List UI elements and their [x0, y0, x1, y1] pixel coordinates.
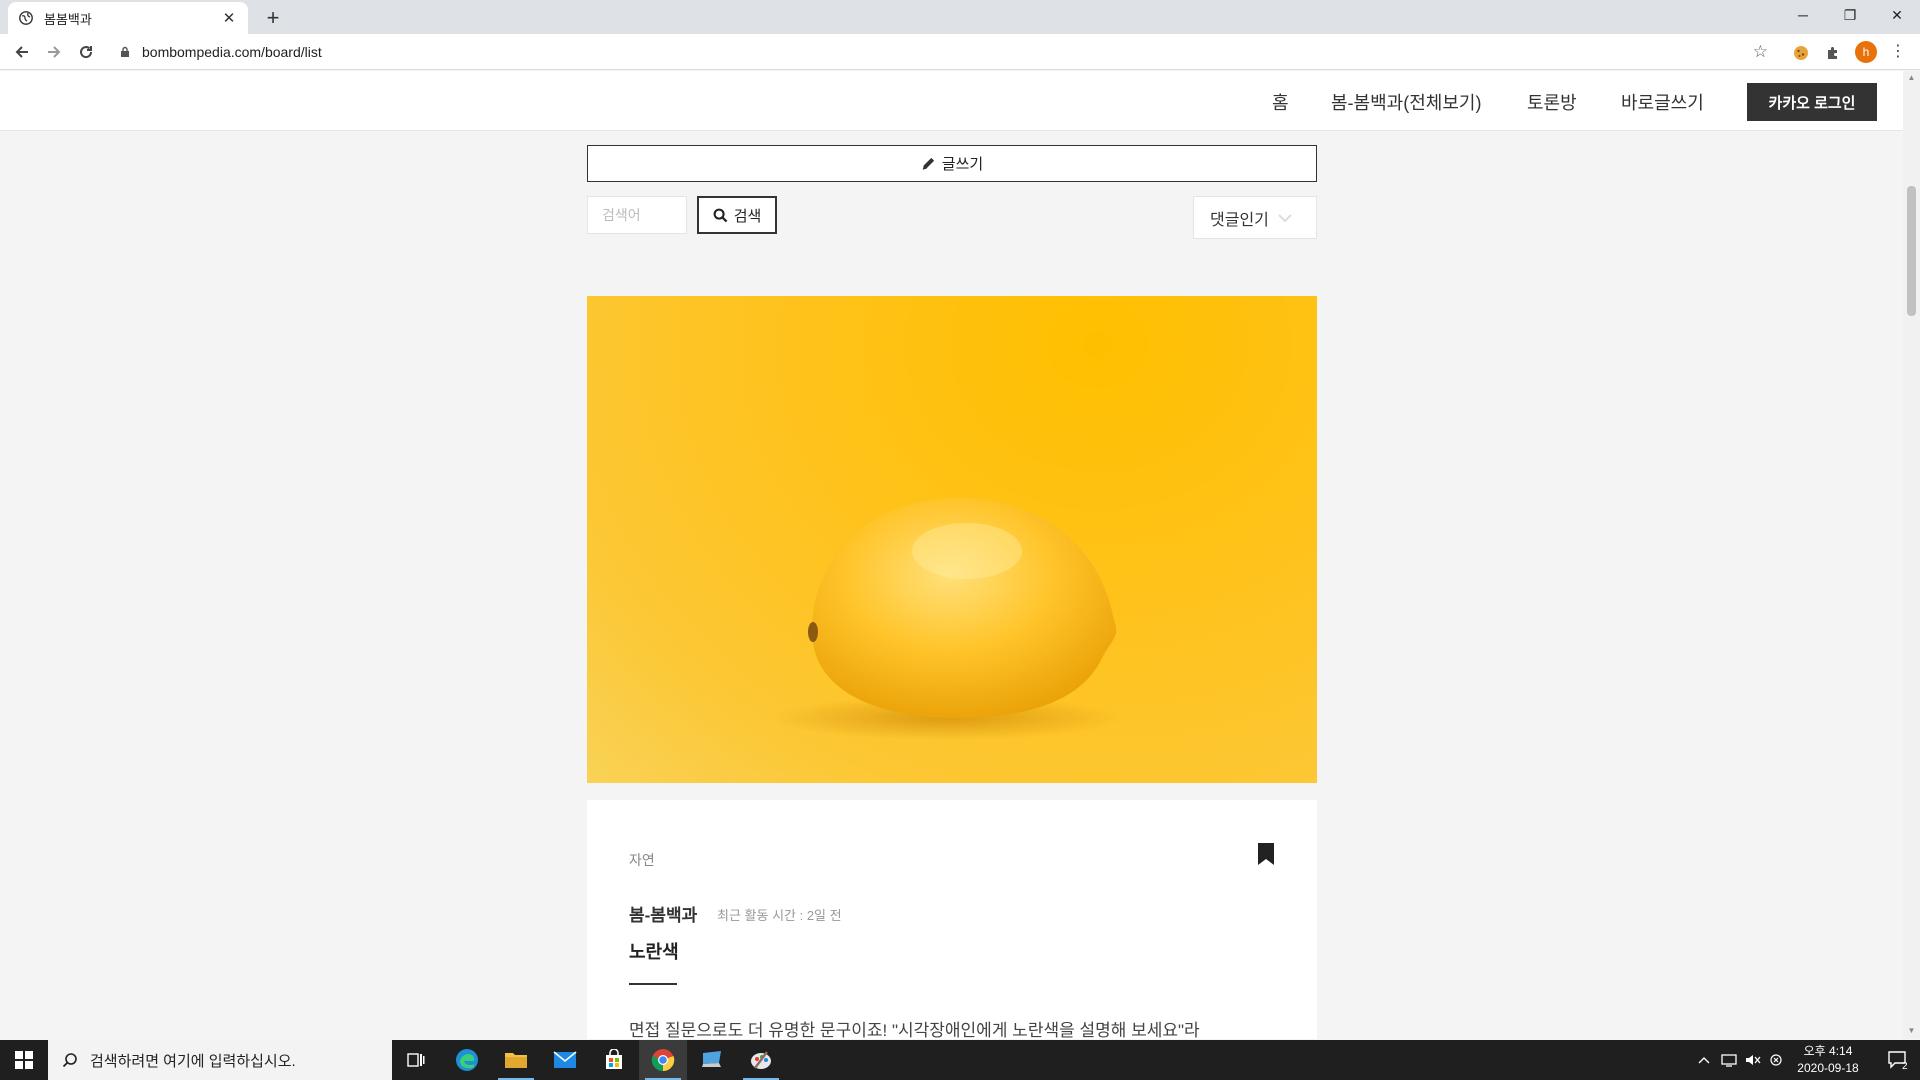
url-text: bombompedia.com/board/list [142, 44, 322, 60]
start-button[interactable] [0, 1040, 48, 1080]
post-card[interactable]: 자연 봄-봄백과 최근 활동 시간 : 2일 전 노란색 면접 질문으로도 더 … [587, 800, 1317, 1039]
notification-count-badge: 2 [1902, 1061, 1908, 1072]
sort-dropdown[interactable]: 댓글인기 [1193, 196, 1317, 239]
post-activity-time: 최근 활동 시간 : 2일 전 [717, 908, 842, 923]
scroll-down-arrow-icon[interactable]: ▼ [1903, 1026, 1920, 1035]
page-scrollbar[interactable]: ▲ ▼ [1903, 71, 1920, 1039]
extensions-puzzle-icon[interactable] [1822, 42, 1844, 64]
window-close-button[interactable]: ✕ [1874, 0, 1920, 30]
write-post-label: 글쓰기 [941, 156, 984, 173]
address-bar[interactable]: bombompedia.com/board/list ☆ [110, 38, 1780, 66]
task-view-icon[interactable] [392, 1040, 440, 1080]
status-x-icon[interactable] [1766, 1040, 1786, 1080]
tray-overflow-chevron-icon[interactable] [1694, 1040, 1714, 1080]
search-input[interactable] [587, 196, 687, 234]
page-viewport: 홈 봄-봄백과(전체보기) 토론방 바로글쓰기 카카오 로그인 글쓰기 검색 댓… [0, 71, 1903, 1039]
lock-icon [120, 46, 132, 58]
clock-time: 오후 4:14 [1803, 1044, 1853, 1058]
pencil-icon [922, 157, 934, 170]
edge-browser-icon[interactable] [443, 1040, 491, 1080]
tab-close-icon[interactable]: ✕ [220, 9, 238, 27]
forward-button[interactable] [40, 38, 68, 66]
post-thumbnail-lemon-image[interactable] [587, 296, 1317, 783]
search-button[interactable]: 검색 [697, 196, 777, 234]
cookie-extension-icon[interactable] [1790, 42, 1812, 64]
file-explorer-icon[interactable] [492, 1040, 540, 1080]
taskbar-clock[interactable]: 오후 4:14 2020-09-18 [1788, 1043, 1868, 1077]
store-app-icon[interactable] [590, 1040, 638, 1080]
sort-selected-value: 댓글인기 [1210, 211, 1269, 229]
post-category: 자연 [629, 852, 655, 868]
reload-icon [80, 46, 93, 59]
search-icon [62, 1053, 77, 1068]
back-button[interactable] [8, 38, 36, 66]
clock-date: 2020-09-18 [1797, 1061, 1859, 1075]
browser-menu-icon[interactable]: ⋮ [1888, 41, 1908, 63]
nav-link-quick-write[interactable]: 바로글쓰기 [1621, 89, 1704, 115]
globe-icon [18, 10, 34, 26]
remote-desktop-icon[interactable] [688, 1040, 736, 1080]
new-tab-button[interactable]: + [260, 5, 286, 31]
post-author[interactable]: 봄-봄백과 [629, 901, 697, 926]
back-arrow-icon [15, 46, 28, 58]
forward-arrow-icon [48, 46, 61, 58]
nav-link-home[interactable]: 홈 [1272, 89, 1289, 115]
bookmark-icon[interactable] [1257, 843, 1275, 865]
mail-app-icon[interactable] [541, 1040, 589, 1080]
nav-link-all-entries[interactable]: 봄-봄백과(전체보기) [1331, 89, 1481, 115]
title-divider [629, 983, 677, 985]
network-icon[interactable] [1718, 1040, 1740, 1080]
write-post-button[interactable]: 글쓰기 [587, 145, 1317, 182]
minimize-button[interactable]: ─ [1780, 0, 1826, 30]
search-button-label: 검색 [733, 207, 762, 225]
chevron-down-icon [1278, 213, 1292, 222]
kakao-login-button[interactable]: 카카오 로그인 [1747, 83, 1877, 121]
browser-toolbar: bombompedia.com/board/list ☆ [0, 34, 1920, 70]
profile-avatar[interactable]: h [1855, 41, 1877, 63]
taskbar-search-box[interactable]: 검색하려면 여기에 입력하십시오. [48, 1040, 392, 1080]
taskbar-search-placeholder: 검색하려면 여기에 입력하십시오. [90, 1052, 296, 1070]
notification-center-icon[interactable]: 2 [1876, 1040, 1920, 1080]
paint-app-icon[interactable] [737, 1040, 785, 1080]
windows-logo-icon [15, 1051, 33, 1069]
restore-button[interactable]: ❐ [1827, 0, 1873, 30]
reload-button[interactable] [72, 38, 100, 66]
browser-tab-strip: 봄봄백과 ✕ + ─ ❐ ✕ [0, 0, 1920, 34]
lemon-illustration [772, 497, 1122, 740]
chrome-app-icon[interactable] [639, 1040, 687, 1080]
browser-tab[interactable]: 봄봄백과 ✕ [8, 2, 248, 34]
volume-muted-icon[interactable] [1742, 1040, 1764, 1080]
nav-link-discussion[interactable]: 토론방 [1527, 89, 1577, 115]
post-excerpt: 면접 질문으로도 더 유명한 문구이죠! "시각장애인에게 노란색을 설명해 보… [629, 1021, 1200, 1039]
scroll-up-arrow-icon[interactable]: ▲ [1903, 73, 1920, 82]
site-header: 홈 봄-봄백과(전체보기) 토론방 바로글쓰기 카카오 로그인 [0, 71, 1903, 131]
post-title[interactable]: 노란색 [629, 938, 679, 964]
scrollbar-thumb[interactable] [1907, 186, 1916, 316]
bookmark-star-icon[interactable]: ☆ [1753, 42, 1768, 62]
windows-taskbar: 검색하려면 여기에 입력하십시오. 오후 4:14 2020-09-18 2 [0, 1040, 1920, 1080]
tab-title: 봄봄백과 [44, 11, 92, 27]
search-icon [713, 208, 728, 222]
